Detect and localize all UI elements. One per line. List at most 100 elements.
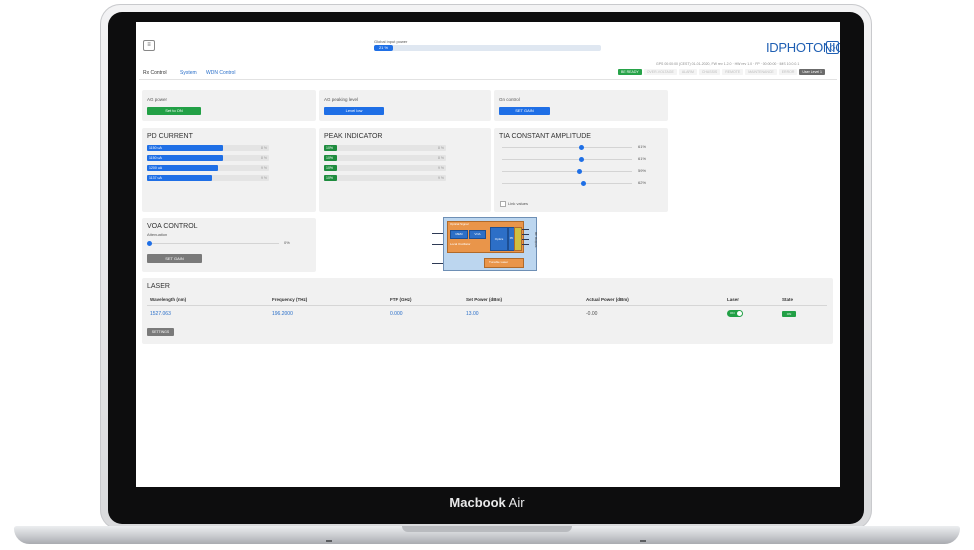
peak-indicator-bar-value: 8 % — [437, 146, 444, 150]
diagram-output-line — [522, 229, 529, 230]
tia-slider-value: 62% — [638, 180, 647, 185]
diagram-optics-block: Optics — [490, 227, 508, 251]
status-badge: ALARM — [678, 69, 697, 75]
laser-column-header: FTF (GHz) — [390, 297, 412, 302]
set-gain-button[interactable]: SET GAIN — [499, 107, 550, 115]
status-badge: BE READY — [618, 69, 642, 75]
tia-slider-handle[interactable] — [581, 181, 586, 186]
tia-slider-value: 61% — [638, 156, 647, 161]
agc-peaking-panel: AG peaking level Level low — [319, 90, 491, 121]
diagram-output-line — [522, 244, 529, 245]
pd-current-panel: PD CURRENT 1150 uA 8 % 1150 uA 8 % 1200 uA 9 … — [142, 128, 316, 212]
laptop-foot — [640, 540, 646, 542]
peak-indicator-panel: PEAK INDICATOR 10% 8 % 10% 8 % 10% 9 % 10% 9 % — [319, 128, 491, 212]
status-badge: ERROR — [778, 69, 798, 75]
gain-control-label: Gn control — [499, 97, 520, 102]
tia-slider-track — [502, 159, 632, 160]
diagram-lo-label: Local Oscillator — [450, 242, 471, 246]
state-badge: ON — [782, 311, 796, 317]
voa-title: VOA CONTROL — [147, 223, 198, 230]
pd-current-bar: 1137 uA — [147, 175, 212, 181]
pd-current-bar-value: 9 % — [260, 176, 267, 180]
device-brand: Macbook Air — [449, 495, 525, 510]
pd-current-bar: 1200 uA — [147, 165, 218, 171]
pd-current-bar-value: 8 % — [260, 156, 267, 160]
laser-title: LASER — [147, 283, 170, 290]
laser-column-header: Actual Power (dBm) — [586, 297, 629, 302]
peak-indicator-bar: 10% — [324, 165, 337, 171]
status-badges: BE READY OVER-VOLTAGE ALARM CHASSIS REMOTE MA… — [618, 69, 827, 76]
diagram-tia-block — [514, 227, 522, 251]
hamburger-icon[interactable]: ≡ — [143, 40, 155, 51]
diagram-mem-block: MEM — [450, 230, 468, 239]
voa-set-gain-button[interactable]: SET GAIN — [147, 254, 202, 263]
laptop-notch — [402, 526, 572, 532]
diagram-output-line — [522, 239, 529, 240]
laser-column-header: Set Power (dBm) — [466, 297, 503, 302]
agc-power-panel: AG power Set to ON — [142, 90, 316, 121]
agc-peaking-button[interactable]: Level low — [324, 107, 384, 115]
global-input-label: Global input power — [374, 39, 408, 44]
status-badge: User Level 1 — [799, 69, 826, 75]
system-status-line: GPS 00:00:00 (CEST) 01-01-2020, FW rev 1… — [656, 62, 800, 66]
laser-toggle-knob — [737, 311, 742, 316]
set-power-value[interactable]: 13.00 — [466, 311, 479, 317]
peak-indicator-bar-value: 8 % — [437, 156, 444, 160]
status-badge: REMOTE — [722, 69, 744, 75]
agc-peaking-label: AG peaking level — [324, 97, 359, 102]
diagram-signal-label: Optical Signal — [450, 222, 469, 226]
tia-slider-handle[interactable] — [579, 157, 584, 162]
tab-system[interactable]: System — [180, 70, 197, 76]
diagram-laser-label: Tunable Laser — [489, 260, 509, 264]
laser-column-header: State — [782, 297, 794, 302]
diagram-output-line — [522, 234, 529, 235]
pd-current-bar: 1150 uA — [147, 145, 223, 151]
app-screen: ≡ Global input power 21 % IDPHOTONICS ◇ … — [136, 22, 840, 487]
tab-wdn-control[interactable]: WDN Control — [206, 70, 235, 76]
laser-column-header: Laser — [727, 297, 740, 302]
laser-table-divider — [147, 305, 827, 306]
tia-slider-handle[interactable] — [577, 169, 582, 174]
laser-toggle[interactable]: ON — [727, 310, 743, 317]
attenuation-slider-handle[interactable] — [147, 241, 152, 246]
tab-rx-control[interactable]: Rx Control — [143, 70, 167, 76]
tab-divider — [139, 79, 837, 80]
frequency-value[interactable]: 196.2000 — [272, 311, 293, 317]
peak-indicator-bar-value: 9 % — [437, 176, 444, 180]
laser-column-header: Frequency (THz) — [272, 297, 308, 302]
link-values-checkbox[interactable] — [500, 201, 506, 207]
tia-panel: TIA CONSTANT AMPLITUDE 61% 61% 59% 62% Link… — [494, 128, 668, 212]
tia-slider-track — [502, 171, 632, 172]
peak-indicator-bar: 10% — [324, 175, 337, 181]
actual-power-value: -0.00 — [586, 311, 598, 317]
attenuation-value: 0% — [284, 240, 290, 245]
tia-slider-track — [502, 183, 632, 184]
tia-slider-handle[interactable] — [579, 145, 584, 150]
agc-power-label: AG power — [147, 97, 168, 102]
pd-current-bar-value: 8 % — [260, 146, 267, 150]
attenuation-label: Attenuation — [147, 232, 168, 237]
tia-slider-track — [502, 147, 632, 148]
link-values-label: Link values — [508, 201, 529, 206]
laser-settings-button[interactable]: SETTINGS — [147, 328, 174, 336]
pd-current-bar-value: 9 % — [260, 166, 267, 170]
global-input-bar: 21 % — [374, 45, 393, 51]
peak-indicator-bar: 10% — [324, 145, 337, 151]
pd-current-bar: 1150 uA — [147, 155, 223, 161]
peak-indicator-bar-value: 9 % — [437, 166, 444, 170]
diagram-voa-block: VOA — [469, 230, 486, 239]
voa-control-panel: VOA CONTROL Attenuation 0% SET GAIN — [142, 218, 316, 272]
status-badge: MAINTENANCE — [745, 69, 777, 75]
peak-indicator-title: PEAK INDICATOR — [324, 133, 383, 140]
laser-panel: LASER Wavelength (nm) Frequency (THz) FTF … — [142, 278, 833, 344]
laser-toggle-label: ON — [730, 311, 735, 315]
tia-slider-value: 61% — [638, 144, 647, 149]
gain-control-panel: Gn control SET GAIN — [494, 90, 668, 121]
agc-power-button[interactable]: Set to ON — [147, 107, 201, 115]
diagram-outputs-label: RF Outputs — [534, 232, 538, 248]
logo-mark-icon: ◇ — [826, 41, 839, 54]
ftf-value[interactable]: 0.000 — [390, 311, 403, 317]
global-input-track — [374, 45, 601, 51]
pd-current-title: PD CURRENT — [147, 133, 193, 140]
wavelength-value[interactable]: 1527.063 — [150, 311, 171, 317]
